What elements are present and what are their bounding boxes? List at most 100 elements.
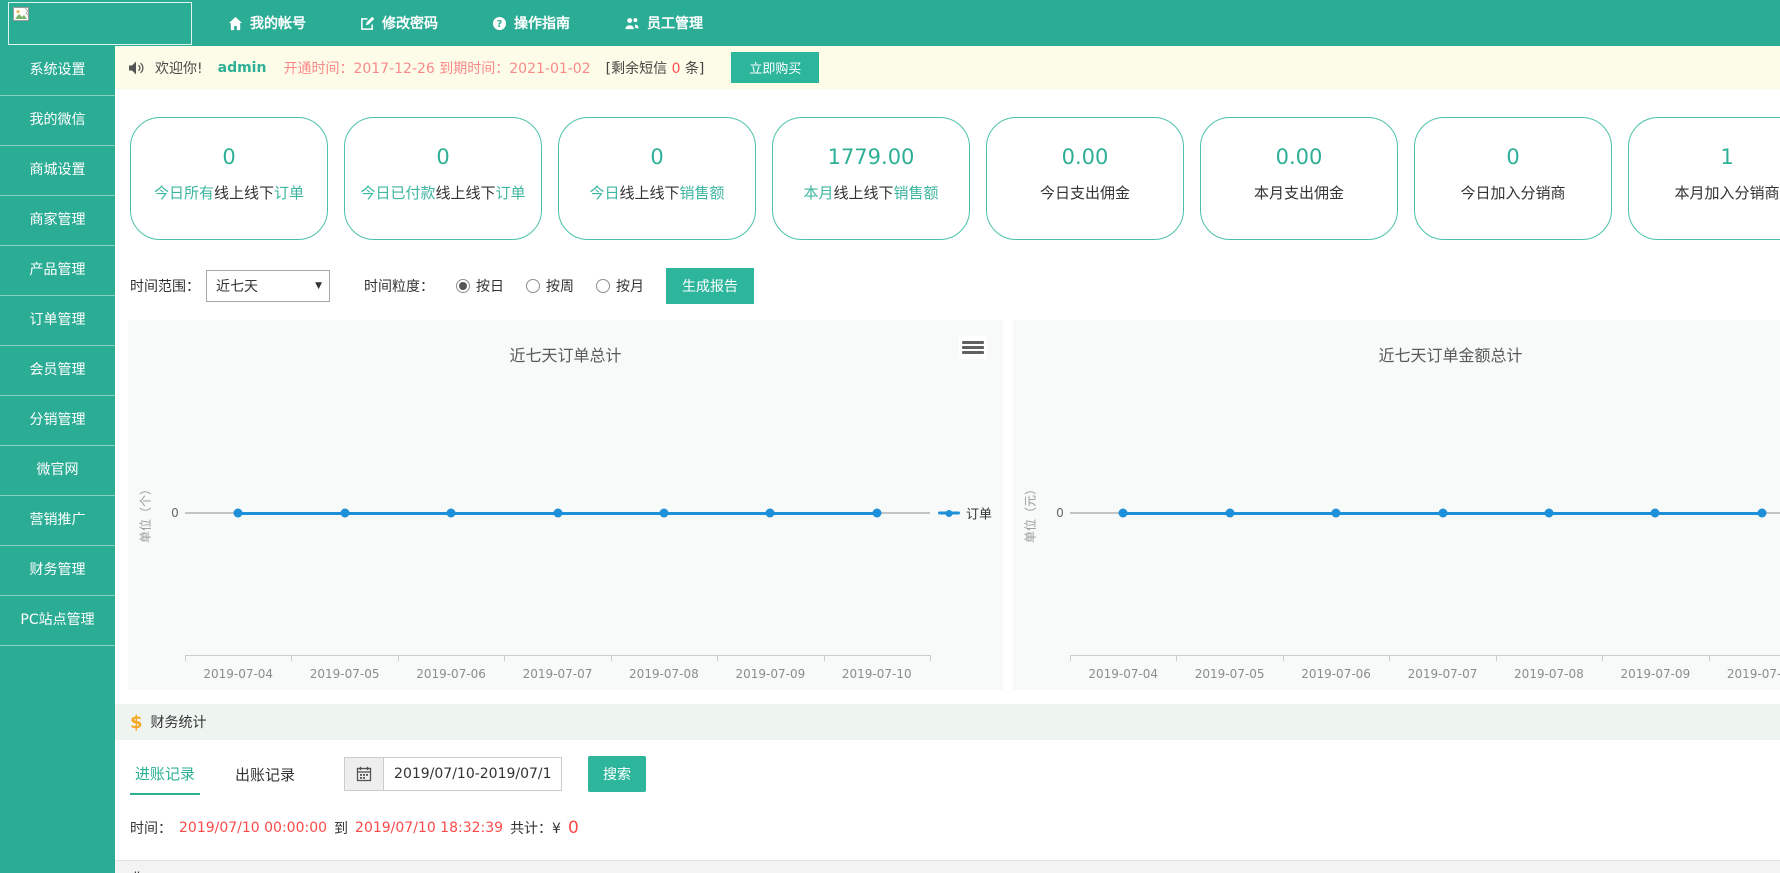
x-axis-date-label: 2019-07-10 <box>842 667 912 681</box>
stat-card-8: 1 本月加入分销商 <box>1628 117 1780 240</box>
stat-card-value: 0 <box>559 145 755 169</box>
stat-card-6: 0.00 本月支出佣金 <box>1200 117 1398 240</box>
sidebar-item-12[interactable]: PC站点管理 <box>0 596 115 646</box>
stat-card-3: 0 今日线上线下销售额 <box>558 117 756 240</box>
chevron-down-icon: ▼ <box>315 281 322 291</box>
records-table-header: #订单号单价状态时间详情 <box>115 860 1780 873</box>
stat-card-label: 今日加入分销商 <box>1415 182 1611 203</box>
x-axis-tick <box>1496 655 1497 661</box>
summary-to-label: 到 <box>334 818 348 838</box>
username: admin <box>218 60 267 76</box>
x-axis-tick <box>398 655 399 661</box>
x-axis-date-label: 2019-07-05 <box>310 667 380 681</box>
stat-card-label: 今日所有线上线下订单 <box>131 182 327 203</box>
data-point <box>1544 509 1553 518</box>
sidebar-item-2[interactable]: 我的微信 <box>0 96 115 146</box>
home-icon <box>228 16 243 31</box>
sidebar-item-7[interactable]: 会员管理 <box>0 346 115 396</box>
broken-image-icon <box>13 7 31 27</box>
top-navigation: 我的帐号 修改密码? 操作指南 员工管理 <box>228 0 703 46</box>
date-range-input[interactable] <box>384 757 562 791</box>
sidebar-item-10[interactable]: 营销推广 <box>0 496 115 546</box>
legend-marker <box>938 512 960 515</box>
nav-item-1[interactable]: 我的帐号 <box>228 13 306 33</box>
x-axis-tick <box>1283 655 1284 661</box>
welcome-bar: 欢迎你! admin 开通时间：2017-12-26 到期时间：2021-01-… <box>115 46 1780 89</box>
granularity-radio-group: 按日 按周 按月 <box>434 276 644 297</box>
finance-tabs: 进账记录出账记录 <box>130 754 300 795</box>
time-range-label: 时间范围： <box>130 276 200 296</box>
sidebar-item-8[interactable]: 分销管理 <box>0 396 115 446</box>
speaker-icon <box>128 60 146 76</box>
sidebar: 系统设置我的微信商城设置商家管理产品管理订单管理会员管理分销管理微官网营销推广财… <box>0 46 115 873</box>
sidebar-item-4[interactable]: 商家管理 <box>0 196 115 246</box>
x-axis-date-label: 2019-07-07 <box>1408 667 1478 681</box>
data-point <box>1651 509 1660 518</box>
stat-card-value: 0.00 <box>1201 145 1397 169</box>
radio-option-1[interactable]: 按日 <box>456 276 504 296</box>
stat-card-label: 本月加入分销商 <box>1629 182 1780 203</box>
tab-2[interactable]: 出账记录 <box>230 755 300 794</box>
x-axis-tick <box>930 655 931 661</box>
chart-legend[interactable]: 订单 <box>938 504 992 523</box>
radio-option-3[interactable]: 按月 <box>596 276 644 296</box>
x-axis-date-label: 2019-07-06 <box>1301 667 1371 681</box>
x-axis-tick <box>1070 655 1071 661</box>
x-axis-date-label: 2019-07-06 <box>416 667 486 681</box>
radio-icon <box>456 279 470 293</box>
x-axis-tick <box>1709 655 1710 661</box>
stat-card-value: 0.00 <box>987 145 1183 169</box>
sidebar-item-6[interactable]: 订单管理 <box>0 296 115 346</box>
search-button[interactable]: 搜索 <box>588 756 646 792</box>
stat-card-value: 1 <box>1629 145 1780 169</box>
dollar-icon: $ <box>130 712 143 733</box>
nav-item-2[interactable]: 修改密码 <box>360 13 438 33</box>
sidebar-item-5[interactable]: 产品管理 <box>0 246 115 296</box>
radio-icon <box>596 279 610 293</box>
nav-item-label: 操作指南 <box>514 13 570 33</box>
x-axis <box>185 655 930 656</box>
time-range-select[interactable]: 近七天 ▼ <box>206 270 330 302</box>
x-axis-tick <box>1176 655 1177 661</box>
stat-card-4: 1779.00本月线上线下销售额 <box>772 117 970 240</box>
data-point <box>766 509 775 518</box>
stat-card-label: 今日线上线下销售额 <box>559 182 755 203</box>
x-axis-date-label: 2019-07-08 <box>629 667 699 681</box>
stat-card-value: 0 <box>1415 145 1611 169</box>
time-range-value: 近七天 <box>216 276 258 296</box>
x-axis-tick <box>185 655 186 661</box>
nav-item-4[interactable]: 员工管理 <box>624 13 703 33</box>
stat-card-2: 0今日已付款线上线下订单 <box>344 117 542 240</box>
x-axis-date-label: 2019-07-10 <box>1727 667 1780 681</box>
data-point <box>1332 509 1341 518</box>
data-point <box>1119 509 1128 518</box>
chart-plot: 单位（元）02019-07-042019-07-052019-07-062019… <box>1013 320 1780 690</box>
finance-summary: 时间： 2019/07/10 00:00:00 到 2019/07/10 18:… <box>130 818 1780 838</box>
nav-item-label: 员工管理 <box>647 13 703 33</box>
x-axis-date-label: 2019-07-07 <box>523 667 593 681</box>
calendar-icon[interactable] <box>344 757 384 791</box>
sidebar-item-1[interactable]: 系统设置 <box>0 46 115 96</box>
buy-now-button[interactable]: 立即购买 <box>731 52 819 83</box>
y-axis-tick: 0 <box>171 506 179 520</box>
sidebar-item-9[interactable]: 微官网 <box>0 446 115 496</box>
sidebar-item-3[interactable]: 商城设置 <box>0 146 115 196</box>
x-axis-tick <box>1389 655 1390 661</box>
date-range-group <box>344 757 562 791</box>
summary-start-time: 2019/07/10 00:00:00 <box>179 820 327 836</box>
tab-1[interactable]: 进账记录 <box>130 754 200 795</box>
help-icon: ? <box>492 16 507 31</box>
sidebar-item-11[interactable]: 财务管理 <box>0 546 115 596</box>
stat-card-label: 本月支出佣金 <box>1201 182 1397 203</box>
radio-option-2[interactable]: 按周 <box>526 276 574 296</box>
sms-remaining: [剩余短信 0 条] <box>606 58 705 78</box>
x-axis-date-label: 2019-07-04 <box>1088 667 1158 681</box>
stat-card-value: 0 <box>131 145 327 169</box>
x-axis-tick <box>504 655 505 661</box>
nav-item-3[interactable]: ? 操作指南 <box>492 13 570 33</box>
generate-report-button[interactable]: 生成报告 <box>666 268 754 304</box>
x-axis-tick <box>824 655 825 661</box>
x-axis-date-label: 2019-07-05 <box>1195 667 1265 681</box>
finance-tabs-row: 进账记录出账记录 搜索 <box>130 754 1780 794</box>
stat-card-5: 0.00今日支出佣金 <box>986 117 1184 240</box>
